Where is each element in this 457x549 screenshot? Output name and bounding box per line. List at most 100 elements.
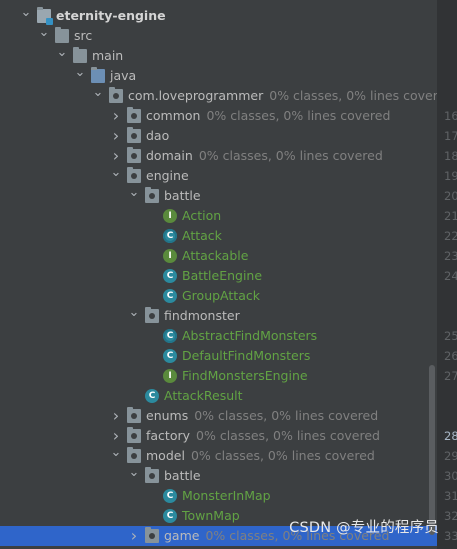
package-icon [127,107,141,123]
tree-row[interactable]: C DefaultFindMonsters [0,346,437,366]
tree-row[interactable]: ⌄ com.loveprogrammer 0% classes, 0% lines … [0,86,437,106]
line-number: 22 [444,229,457,243]
tree-row[interactable]: C AttackResult [0,386,437,406]
tree-item-label: FindMonstersEngine [182,368,308,383]
tree-item-label: enums [146,408,189,423]
coverage-label: 0% classes, 0% lines covered [194,408,379,423]
tree-item-label: AttackResult [164,388,243,403]
project-tree[interactable]: ⌄ eternity-engine ⌄ src ⌄ main ⌄ java ⌄ com.lovep… [0,0,437,549]
line-number: 33 [444,529,457,543]
tree-item-label: TownMap [182,508,240,523]
tree-row[interactable]: I FindMonstersEngine [0,366,437,386]
chevron-right-icon[interactable]: › [128,526,140,546]
package-icon [127,127,141,143]
tree-row[interactable]: C Attack [0,226,437,246]
package-icon [127,167,141,183]
chevron-down-icon[interactable]: ⌄ [110,446,122,466]
tree-item-label: model [146,448,185,463]
chevron-down-icon[interactable]: ⌄ [92,86,104,106]
chevron-right-icon[interactable]: › [110,406,122,426]
package-icon [127,447,141,463]
line-number: 29 [444,449,457,463]
tree-row[interactable]: ⌄ findmonster [0,306,437,326]
class-icon: C [145,389,159,403]
tree-row[interactable]: ⌄ engine [0,166,437,186]
abstract-class-icon: C [163,329,177,343]
chevron-right-icon[interactable]: › [110,126,122,146]
coverage-label: 0% classes, 0% lines covered [198,148,383,163]
tree-item-label: dao [146,128,170,143]
line-number: 23 [444,249,457,263]
folder-icon [55,27,69,43]
chevron-down-icon[interactable]: ⌄ [56,46,68,66]
tree-row[interactable]: C GroupAttack [0,286,437,306]
line-number: 31 [444,489,457,503]
line-number: 20 [444,189,457,203]
tree-row[interactable]: ⌄ java [0,66,437,86]
tree-item-label: DefaultFindMonsters [182,348,311,363]
tree-row[interactable]: › domain 0% classes, 0% lines covered [0,146,437,166]
line-number: 26 [444,349,457,363]
line-number: 25 [444,329,457,343]
tree-item-label: java [110,68,137,83]
tree-row[interactable]: ⌄ main [0,46,437,66]
tree-row[interactable]: I Attackable [0,246,437,266]
tree-item-label: game [164,528,200,543]
chevron-down-icon[interactable]: ⌄ [128,306,140,326]
tree-item-label: AbstractFindMonsters [182,328,318,343]
chevron-down-icon[interactable]: ⌄ [128,186,140,206]
tree-item-label: battle [164,188,201,203]
line-number: 18 [444,149,457,163]
tree-item-label: common [146,108,201,123]
class-icon: C [163,509,177,523]
tree-row[interactable]: ⌄ eternity-engine [0,6,437,26]
chevron-down-icon[interactable]: ⌄ [110,166,122,186]
tree-row[interactable]: ⌄ src [0,26,437,46]
source-folder-icon [91,67,105,83]
chevron-down-icon[interactable]: ⌄ [20,6,32,26]
chevron-down-icon[interactable]: ⌄ [38,26,50,46]
coverage-label: 0% classes, 0% lines covered [190,448,375,463]
tree-row[interactable]: › enums 0% classes, 0% lines covered [0,406,437,426]
folder-icon [73,47,87,63]
package-icon [109,87,123,103]
tree-item-label: GroupAttack [182,288,260,303]
line-number: 28 [444,429,457,443]
tree-item-label: eternity-engine [56,8,166,23]
module-folder-icon [37,7,53,25]
tree-row[interactable]: I Action [0,206,437,226]
chevron-right-icon[interactable]: › [110,106,122,126]
tree-item-label: Action [182,208,222,223]
interface-icon: I [163,369,177,383]
tree-item-label: engine [146,168,189,183]
coverage-label: 0% classes, 0% lines covered [269,88,437,103]
package-icon [145,467,159,483]
tree-row[interactable]: › common 0% classes, 0% lines covered [0,106,437,126]
coverage-label: 0% classes, 0% lines covered [206,108,391,123]
tree-row[interactable]: C MonsterInMap [0,486,437,506]
chevron-down-icon[interactable]: ⌄ [128,466,140,486]
tree-row[interactable]: ⌄ model 0% classes, 0% lines covered [0,446,437,466]
tree-row[interactable]: › factory 0% classes, 0% lines covered [0,426,437,446]
line-number: 16 [444,109,457,123]
class-icon: C [163,289,177,303]
line-number: 27 [444,369,457,383]
chevron-right-icon[interactable]: › [110,146,122,166]
tree-row[interactable]: › dao [0,126,437,146]
chevron-right-icon[interactable]: › [110,426,122,446]
chevron-down-icon[interactable]: ⌄ [74,66,86,86]
line-number: 19 [444,169,457,183]
line-number: 17 [444,129,457,143]
tree-row[interactable]: ⌄ battle [0,186,437,206]
tree-row[interactable]: C AbstractFindMonsters [0,326,437,346]
tree-scrollbar[interactable] [429,365,435,535]
tree-row[interactable]: C BattleEngine [0,266,437,286]
package-icon [127,427,141,443]
tree-row[interactable]: ⌄ battle [0,466,437,486]
package-icon [145,307,159,323]
runnable-class-icon: C [163,269,177,283]
line-number: 24 [444,269,457,283]
tree-item-label: Attack [182,228,222,243]
tree-item-label: com.loveprogrammer [128,88,264,103]
package-icon [145,187,159,203]
